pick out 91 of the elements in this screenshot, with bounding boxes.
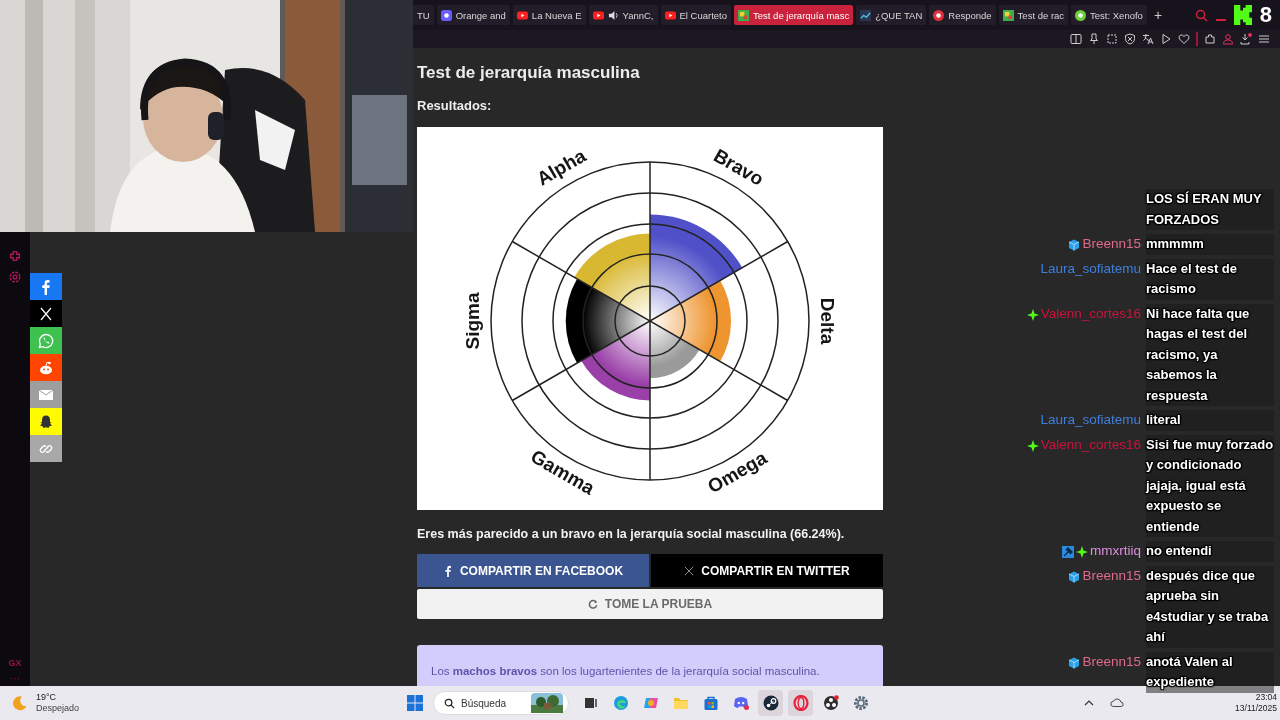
chat-username[interactable]: Breenn15: [1082, 651, 1141, 672]
pin-icon[interactable]: [1088, 33, 1100, 45]
chat-message: Hace el test de racismo: [1146, 258, 1274, 300]
share-facebook-button[interactable]: COMPARTIR EN FACEBOOK: [417, 554, 649, 587]
profile-icon[interactable]: [1222, 33, 1234, 45]
video-icon: [592, 9, 604, 21]
settings-icon[interactable]: [8, 270, 22, 284]
shield-icon[interactable]: [1124, 33, 1136, 45]
heart-icon[interactable]: [1178, 33, 1190, 45]
bag-icon: [702, 695, 719, 711]
search-bar[interactable]: Búsqueda: [433, 691, 569, 715]
browser-tab[interactable]: Orange and: [436, 5, 510, 25]
site-icon: [1075, 9, 1087, 21]
play-icon[interactable]: [1160, 33, 1172, 45]
sparkle-icon: [1026, 439, 1039, 452]
x-icon: [38, 305, 54, 322]
minimize-icon[interactable]: [1215, 19, 1226, 21]
chat-message: mmmmm: [1146, 234, 1274, 255]
chat-username[interactable]: Breenn15: [1082, 565, 1141, 586]
alien-icon: [38, 359, 54, 376]
browser-tab[interactable]: TU: [413, 5, 434, 25]
browser-tab[interactable]: ¿QUE TAN: [856, 5, 927, 25]
search-icon: [444, 697, 455, 709]
site-icon: [933, 9, 945, 21]
browser-tab[interactable]: Test de jerarquía masc: [734, 5, 854, 25]
viewer-count: 8: [1259, 3, 1272, 27]
x-icon: [684, 564, 695, 577]
temperature[interactable]: 19°C: [36, 692, 80, 703]
app-icon: [440, 9, 452, 21]
browser-tab[interactable]: YannC,: [588, 5, 658, 25]
window-icon: [582, 695, 599, 711]
share-button[interactable]: [30, 300, 62, 327]
speaker-icon[interactable]: [607, 9, 619, 21]
sidebar-icon[interactable]: [1070, 33, 1082, 45]
refresh-icon: [587, 598, 598, 610]
gear-link-icon: [762, 695, 779, 711]
share-twitter-button[interactable]: COMPARTIR EN TWITTER: [651, 554, 883, 587]
retake-button[interactable]: TOME LA PRUEBA: [417, 589, 883, 619]
chat-username[interactable]: Breenn15: [1082, 234, 1141, 255]
video-icon: [516, 9, 528, 21]
browser-tab[interactable]: La Nueva E: [512, 5, 586, 25]
results-heading: Resultados:: [417, 97, 493, 115]
folder-icon: [672, 695, 689, 711]
weather-text[interactable]: Despejado: [36, 703, 80, 714]
new-tab-button[interactable]: +: [1149, 7, 1167, 23]
wave-icon: [612, 695, 629, 711]
browser-tab[interactable]: Responde: [929, 5, 996, 25]
chat-message: literal: [1146, 410, 1274, 431]
cube-icon: [1068, 656, 1081, 669]
sparkle-icon: [1076, 546, 1088, 558]
cloud-icon[interactable]: [1110, 698, 1125, 708]
chart-icon: [860, 9, 872, 21]
phone-bubble-icon: [38, 332, 54, 349]
video-icon: [664, 9, 676, 21]
search-icon[interactable]: [1194, 8, 1208, 22]
result-text: Eres más parecido a un bravo en la jerarquía social masculina (66.24%).: [417, 526, 846, 543]
chat-message: no entendi: [1146, 541, 1274, 562]
cube-icon: [1068, 239, 1081, 251]
chat-username[interactable]: Laura_sofiatemu: [1040, 410, 1141, 431]
share-button[interactable]: [30, 408, 62, 435]
logo-icon: [1233, 4, 1252, 26]
browser-tab[interactable]: Test de rac: [998, 5, 1069, 25]
download-icon[interactable]: [1240, 33, 1252, 45]
quiz-icon: [738, 9, 750, 21]
search-field[interactable]: Búsqueda: [461, 697, 525, 709]
ring-icon: [792, 695, 809, 711]
sector-label: Delta: [817, 297, 838, 345]
caret-icon[interactable]: [1084, 700, 1095, 706]
menu-icon[interactable]: [1258, 33, 1270, 45]
page-title: Test de jerarquía masculina: [417, 62, 641, 84]
sparkle-icon: [1026, 308, 1039, 321]
clock-date[interactable]: 13/11/2025: [1235, 702, 1277, 714]
hammer-icon: [1062, 546, 1074, 558]
browser-tab[interactable]: Test: Xenofo: [1071, 5, 1147, 25]
settings-icon: [852, 695, 869, 711]
translate-icon[interactable]: [1142, 33, 1154, 45]
ribbon-icon: [642, 695, 659, 711]
cube-icon: [1068, 570, 1081, 583]
browser-tab[interactable]: El Cuarteto: [660, 5, 732, 25]
record-icon: [822, 695, 839, 711]
sector-label: Sigma: [462, 292, 483, 350]
clock-time[interactable]: 23:04: [1255, 691, 1277, 703]
crop-icon[interactable]: [1106, 33, 1118, 45]
controller-icon: [732, 695, 749, 711]
quiz-icon: [1002, 9, 1014, 21]
info-text: Los machos bravos son los lugartenientes de la jerarquía social masculina.: [431, 664, 821, 679]
facebook-icon: [442, 564, 453, 577]
ghost-icon: [38, 413, 54, 430]
chat-username[interactable]: Laura_sofiatemu: [1040, 258, 1141, 279]
chat-username[interactable]: mmxrtiiq: [1090, 541, 1141, 562]
taskbar-app[interactable]: [758, 690, 783, 716]
